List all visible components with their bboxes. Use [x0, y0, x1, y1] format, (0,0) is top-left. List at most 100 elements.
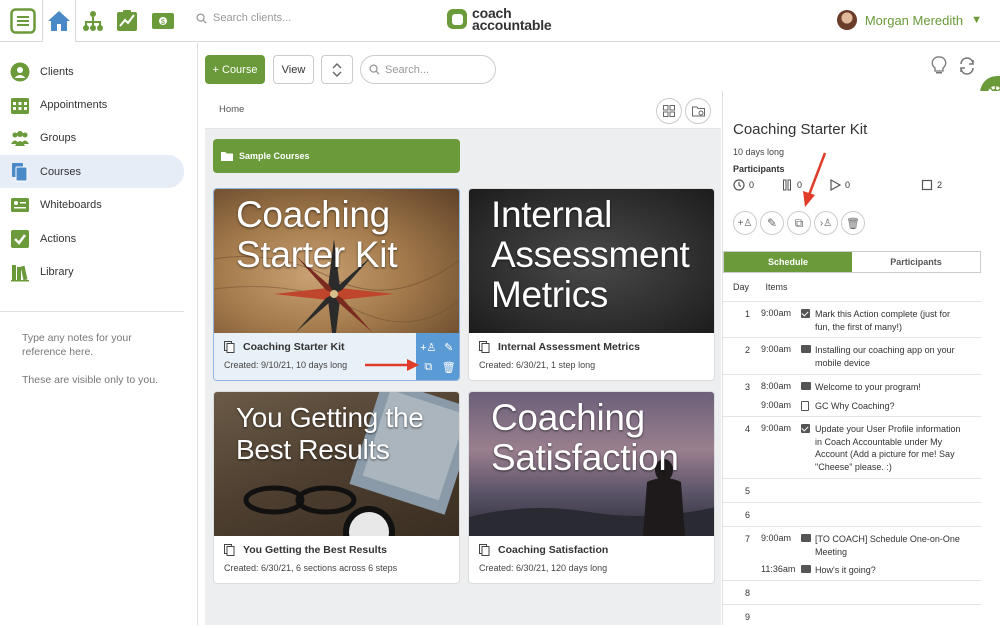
schedule-item-text: [TO COACH] Schedule One-on-One Meeting	[815, 533, 963, 558]
course-icon	[224, 544, 235, 556]
divider	[0, 311, 184, 312]
message-icon	[801, 344, 815, 369]
schedule-item-text: Welcome to your program!	[815, 381, 963, 394]
lightbulb-icon[interactable]	[930, 56, 948, 76]
course-card-internal-assessment-metrics[interactable]: Internal Assessment Metrics Internal Ass…	[468, 188, 715, 381]
course-icon	[479, 341, 490, 353]
edit-button[interactable]: ✎	[760, 211, 784, 235]
notes-area[interactable]: Type any notes for your reference here. …	[22, 331, 172, 401]
schedule-item-text: Mark this Action complete (just for fun,…	[815, 308, 963, 333]
sort-icon	[331, 63, 343, 77]
new-folder-button[interactable]	[685, 98, 711, 124]
col-items: Items	[766, 282, 788, 292]
schedule-item[interactable]: 9:00am Update your User Profile informati…	[723, 417, 981, 473]
folder-label: Sample Courses	[239, 151, 310, 161]
detail-actions: +♙ ✎ ⧉ ›♙ 🗑	[733, 211, 865, 235]
refresh-icon[interactable]	[958, 56, 976, 76]
copy-button[interactable]: ⧉	[787, 211, 811, 235]
detail-tabs: Schedule Participants	[723, 251, 981, 273]
add-participant-button[interactable]: +♙	[733, 211, 757, 235]
client-search[interactable]: Search clients...	[196, 12, 291, 24]
copy-icon[interactable]: ⧉	[421, 361, 435, 375]
schedule-item[interactable]: 9:00amInstalling our coaching app on you…	[723, 338, 981, 369]
folder-icon	[221, 151, 233, 161]
sidebar-item-label: Appointments	[40, 99, 107, 111]
schedule-row: 38:00amWelcome to your program!9:00amGC …	[723, 374, 981, 416]
annotation-arrow	[363, 356, 423, 374]
schedule-day: 5	[745, 486, 750, 496]
schedule-item[interactable]: 9:00amGC Why Coaching?	[723, 394, 981, 413]
sidebar-item-label: Courses	[40, 166, 81, 178]
course-search-input[interactable]: Search...	[360, 55, 496, 84]
pause-icon	[781, 179, 793, 191]
home-icon[interactable]	[42, 0, 76, 42]
client-search-placeholder: Search clients...	[213, 12, 291, 24]
course-image-title: Coaching Satisfaction	[491, 398, 715, 478]
schedule-row: 8	[723, 580, 981, 604]
trash-icon: 🗑	[846, 217, 860, 230]
annotation-arrow	[795, 151, 829, 211]
tab-participants[interactable]: Participants	[852, 252, 980, 272]
menu-icon[interactable]	[6, 4, 40, 38]
sidebar-item-courses[interactable]: Courses	[0, 155, 184, 188]
message-icon	[801, 381, 815, 394]
library-icon	[10, 262, 30, 282]
sidebar-item-actions[interactable]: Actions	[0, 222, 184, 255]
notes-hint: These are visible only to you.	[22, 373, 172, 387]
schedule-item[interactable]: 9:00am Mark this Action complete (just fo…	[723, 302, 981, 333]
billing-icon[interactable]: $	[146, 4, 180, 38]
edit-icon[interactable]: ✎	[442, 340, 456, 354]
course-image: Coaching Satisfaction	[469, 392, 714, 536]
grid-view-button[interactable]	[656, 98, 682, 124]
sidebar-item-groups[interactable]: Groups	[0, 121, 184, 154]
sidebar-item-library[interactable]: Library	[0, 255, 184, 288]
document-icon	[801, 400, 815, 413]
sidebar-item-clients[interactable]: Clients	[0, 55, 184, 88]
tab-schedule[interactable]: Schedule	[724, 252, 852, 272]
trash-icon[interactable]: 🗑	[442, 361, 456, 375]
caret-down-icon: ▼	[971, 14, 982, 26]
schedule-row: 9	[723, 604, 981, 628]
schedule-item[interactable]: 11:36amHow's it going?	[723, 558, 981, 577]
course-card-coaching-starter-kit[interactable]: Coaching Starter Kit Coaching Starter Ki…	[213, 188, 460, 381]
schedule-row: 19:00amMark this Action complete (just f…	[723, 301, 981, 337]
enroll-icon: ›♙	[820, 218, 832, 229]
action-icon	[801, 423, 815, 473]
course-name: Coaching Satisfaction	[479, 544, 608, 556]
breadcrumb[interactable]: Home	[219, 104, 244, 115]
delete-button[interactable]: 🗑	[841, 211, 865, 235]
sidebar: Clients Appointments Groups Courses Whit…	[0, 43, 198, 625]
schedule-item-time: 9:00am	[761, 308, 801, 333]
course-image-title: Internal Assessment Metrics	[491, 195, 711, 315]
view-button[interactable]: View	[273, 55, 314, 84]
stat-waiting[interactable]: 0	[733, 179, 781, 191]
reports-icon[interactable]	[110, 4, 144, 38]
edit-icon: ✎	[767, 216, 777, 230]
org-chart-icon[interactable]	[76, 4, 110, 38]
sort-button[interactable]	[321, 55, 353, 84]
stat-completed[interactable]: 2	[921, 179, 969, 191]
schedule-item[interactable]: 8:00amWelcome to your program!	[723, 375, 981, 394]
course-card-you-getting-the-best-results[interactable]: You Getting the Best Results You Getting…	[213, 391, 460, 584]
folder-sample-courses[interactable]: Sample Courses	[213, 139, 460, 173]
add-course-button[interactable]: + Course	[205, 55, 265, 84]
schedule-row: 6	[723, 502, 981, 526]
top-right-tools	[930, 56, 976, 76]
schedule-item-text: Update your User Profile information in …	[815, 423, 963, 473]
sidebar-item-whiteboards[interactable]: Whiteboards	[0, 188, 184, 221]
detail-duration: 10 days long	[733, 147, 784, 157]
user-name: Morgan Meredith	[865, 13, 963, 28]
user-menu[interactable]: Morgan Meredith ▼	[837, 10, 982, 30]
course-card-coaching-satisfaction[interactable]: Coaching Satisfaction Coaching Satisfact…	[468, 391, 715, 584]
schedule-item-time: 9:00am	[761, 423, 801, 473]
add-participant-icon[interactable]: +♙	[421, 340, 435, 354]
schedule-item[interactable]: 9:00am[TO COACH] Schedule One-on-One Mee…	[723, 527, 981, 558]
stat-active[interactable]: 0	[829, 179, 921, 191]
logo-icon	[446, 8, 468, 30]
enroll-button[interactable]: ›♙	[814, 211, 838, 235]
course-name: You Getting the Best Results	[224, 544, 387, 556]
course-name: Coaching Starter Kit	[224, 341, 345, 353]
course-name-text: Internal Assessment Metrics	[498, 341, 640, 353]
course-detail-panel: Coaching Starter Kit 10 days long Partic…	[722, 91, 1000, 625]
sidebar-item-appointments[interactable]: Appointments	[0, 88, 184, 121]
